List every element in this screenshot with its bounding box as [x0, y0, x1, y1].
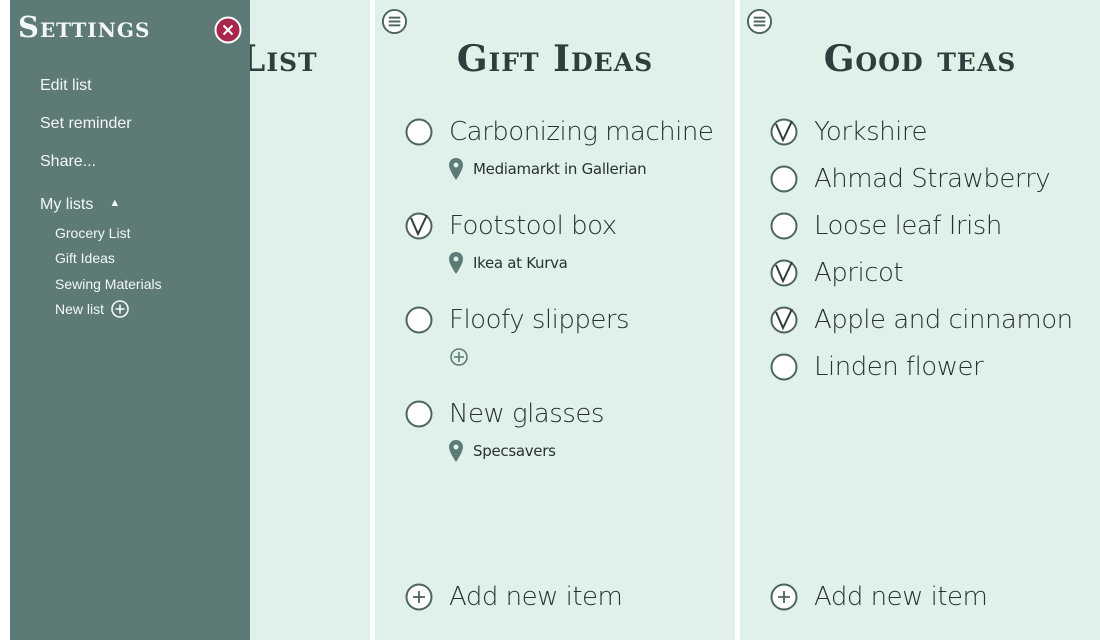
menu-icon[interactable] — [381, 8, 408, 35]
list-item: Footstool box Ikea at Kurva — [405, 204, 725, 278]
checkbox-unchecked-icon[interactable] — [770, 353, 798, 381]
list-item: Apple and cinnamon — [770, 296, 1090, 343]
list-item: Loose leaf Irish — [770, 202, 1090, 249]
list-panel-gift-ideas: Gift Ideas Carbonizing machine Mediamark… — [375, 0, 735, 640]
add-new-item-label: Add new item — [449, 582, 623, 612]
checkbox-checked-icon[interactable] — [405, 212, 433, 240]
panel-title: Gift Ideas — [456, 38, 654, 80]
item-text[interactable]: Floofy slippers — [449, 305, 630, 335]
checkbox-unchecked-icon[interactable] — [770, 165, 798, 193]
my-lists-label: My lists — [40, 196, 94, 213]
list-link-sewing-materials[interactable]: Sewing Materials — [55, 271, 162, 297]
item-text[interactable]: New glasses — [449, 399, 604, 429]
list-item: Floofy slippers — [405, 298, 725, 372]
new-list-button[interactable]: New list — [55, 297, 162, 323]
list-item: New glasses Specsavers — [405, 392, 725, 466]
checkbox-checked-icon[interactable] — [770, 306, 798, 334]
item-text[interactable]: Loose leaf Irish — [814, 211, 1002, 241]
checkbox-unchecked-icon[interactable] — [405, 118, 433, 146]
location-pin-icon — [449, 440, 463, 462]
item-location[interactable]: Mediamarkt in Gallerian — [473, 160, 647, 178]
add-icon — [770, 583, 798, 611]
new-list-label: New list — [55, 301, 105, 318]
list-item: Apricot — [770, 249, 1090, 296]
add-new-item-button[interactable]: Add new item — [405, 582, 623, 612]
panel-title: Good teas — [823, 38, 1017, 80]
list-item: Ahmad Strawberry — [770, 155, 1090, 202]
set-reminder-item[interactable]: Set reminder — [40, 110, 162, 148]
add-new-item-label: Add new item — [814, 582, 988, 612]
settings-menu: Edit list Set reminder Share... My lists… — [40, 72, 162, 322]
list-item: Yorkshire — [770, 108, 1090, 155]
item-text[interactable]: Footstool box — [449, 211, 617, 241]
checkbox-checked-icon[interactable] — [770, 259, 798, 287]
item-text[interactable]: Yorkshire — [814, 117, 927, 147]
item-text[interactable]: Apple and cinnamon — [814, 305, 1073, 335]
my-lists-toggle[interactable]: My lists ▲ — [40, 186, 162, 224]
checkbox-unchecked-icon[interactable] — [405, 306, 433, 334]
list-panel-good-teas: Good teas Yorkshire Ahmad Strawberry Loo… — [740, 0, 1100, 640]
list-link-gift-ideas[interactable]: Gift Ideas — [55, 246, 162, 272]
add-location-icon[interactable] — [449, 347, 469, 367]
menu-icon[interactable] — [746, 8, 773, 35]
item-list: Yorkshire Ahmad Strawberry Loose leaf Ir… — [770, 108, 1090, 390]
my-lists-sublist: Grocery List Gift Ideas Sewing Materials… — [40, 220, 162, 322]
item-text[interactable]: Linden flower — [814, 352, 984, 382]
settings-title: Settings — [18, 10, 151, 44]
item-text[interactable]: Carbonizing machine — [449, 117, 714, 147]
checkbox-unchecked-icon[interactable] — [770, 212, 798, 240]
checkbox-unchecked-icon[interactable] — [405, 400, 433, 428]
item-text[interactable]: Apricot — [814, 258, 904, 288]
caret-up-icon: ▲ — [109, 197, 121, 209]
item-text[interactable]: Ahmad Strawberry — [814, 164, 1051, 194]
list-item: Linden flower — [770, 343, 1090, 390]
item-location[interactable]: Specsavers — [473, 442, 556, 460]
add-new-item-button[interactable]: Add new item — [770, 582, 988, 612]
checkbox-checked-icon[interactable] — [770, 118, 798, 146]
location-pin-icon — [449, 158, 463, 180]
location-pin-icon — [449, 252, 463, 274]
settings-drawer: Settings Edit list Set reminder Share...… — [10, 0, 250, 640]
panel-title: List — [240, 38, 318, 80]
item-location[interactable]: Ikea at Kurva — [473, 254, 568, 272]
edit-list-item[interactable]: Edit list — [40, 72, 162, 110]
item-list: Carbonizing machine Mediamarkt in Galler… — [405, 110, 725, 486]
close-icon[interactable] — [214, 16, 242, 44]
add-circle-icon — [111, 300, 129, 319]
add-icon — [405, 583, 433, 611]
share-item[interactable]: Share... — [40, 148, 162, 186]
list-item: Carbonizing machine Mediamarkt in Galler… — [405, 110, 725, 184]
list-link-grocery[interactable]: Grocery List — [55, 220, 162, 246]
